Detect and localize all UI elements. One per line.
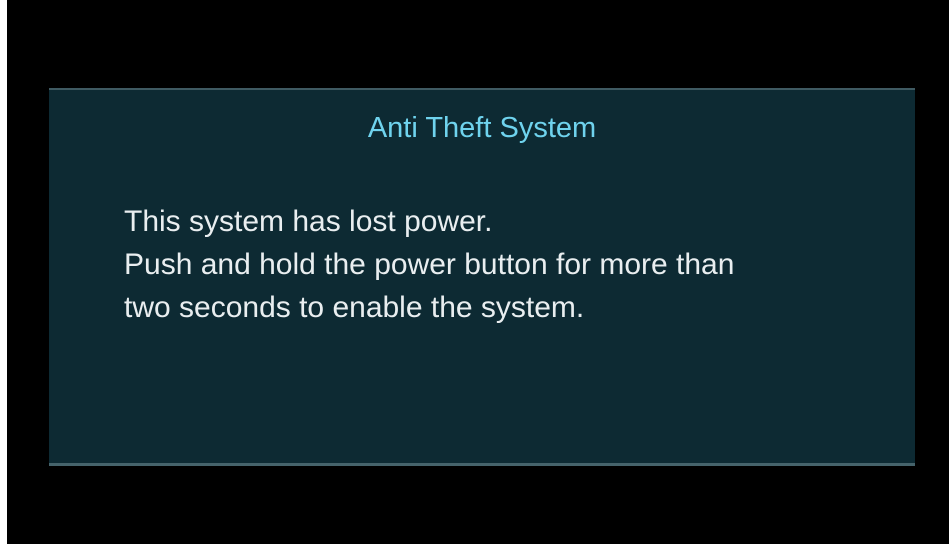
message-line: This system has lost power. <box>124 205 493 238</box>
display-screen: Anti Theft System This system has lost p… <box>0 0 949 544</box>
dialog-message: This system has lost power. Push and hol… <box>124 200 884 329</box>
message-line: two seconds to enable the system. <box>124 291 585 324</box>
message-line: Push and hold the power button for more … <box>124 248 735 281</box>
screen-edge <box>0 0 7 544</box>
dialog-title: Anti Theft System <box>367 112 597 144</box>
anti-theft-dialog: Anti Theft System This system has lost p… <box>49 88 915 466</box>
